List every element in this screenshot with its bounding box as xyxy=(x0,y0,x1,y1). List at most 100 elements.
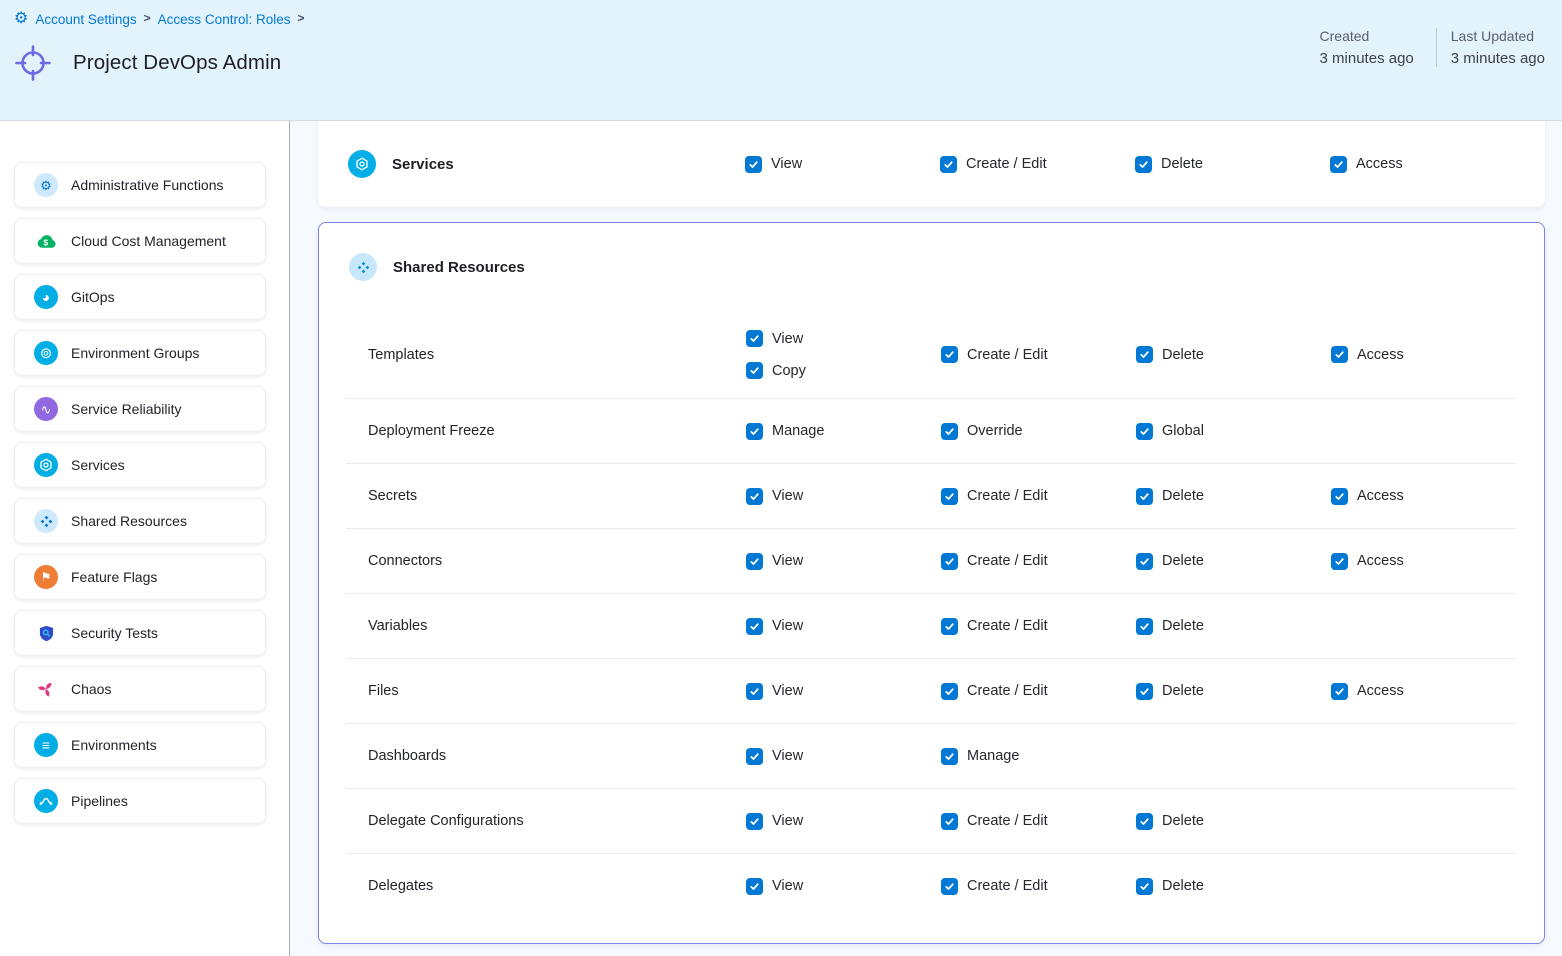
section-title: Shared Resources xyxy=(393,259,525,276)
checkbox-checked-icon[interactable] xyxy=(941,683,958,700)
checkbox-checked-icon[interactable] xyxy=(746,618,763,635)
permission-global[interactable]: Global xyxy=(1136,423,1331,440)
checkbox-checked-icon[interactable] xyxy=(1330,156,1347,173)
sidebar-item-shared-resources[interactable]: Shared Resources xyxy=(14,498,266,544)
permission-label: Manage xyxy=(772,423,824,439)
checkbox-checked-icon[interactable] xyxy=(1136,618,1153,635)
permission-copy[interactable]: Copy xyxy=(746,362,941,379)
checkbox-checked-icon[interactable] xyxy=(941,748,958,765)
permission-access[interactable]: Access xyxy=(1331,553,1526,570)
permission-label: View xyxy=(772,683,803,699)
permission-view[interactable]: View xyxy=(746,683,941,700)
checkbox-checked-icon[interactable] xyxy=(746,362,763,379)
permission-view[interactable]: View xyxy=(746,618,941,635)
resource-label: Templates xyxy=(368,347,746,363)
checkbox-checked-icon[interactable] xyxy=(746,748,763,765)
permission-view[interactable]: View xyxy=(745,156,940,173)
sidebar-item-pipelines[interactable]: Pipelines xyxy=(14,778,266,824)
sidebar-item-environment-groups[interactable]: ⊚Environment Groups xyxy=(14,330,266,376)
sidebar-item-label: Services xyxy=(71,457,125,473)
permission-delete[interactable]: Delete xyxy=(1136,553,1331,570)
permission-delete[interactable]: Delete xyxy=(1136,878,1331,895)
permission-delete[interactable]: Delete xyxy=(1135,156,1330,173)
permission-label: Manage xyxy=(967,748,1019,764)
checkbox-checked-icon[interactable] xyxy=(1136,683,1153,700)
checkbox-checked-icon[interactable] xyxy=(941,618,958,635)
permission-create-edit[interactable]: Create / Edit xyxy=(941,813,1136,830)
sidebar-item-feature-flags[interactable]: ⚑Feature Flags xyxy=(14,554,266,600)
checkbox-checked-icon[interactable] xyxy=(1331,683,1348,700)
permission-label: Create / Edit xyxy=(967,347,1048,363)
permission-view[interactable]: View xyxy=(746,330,941,347)
permission-view[interactable]: View xyxy=(746,488,941,505)
checkbox-checked-icon[interactable] xyxy=(746,683,763,700)
checkbox-checked-icon[interactable] xyxy=(1136,346,1153,363)
permission-view[interactable]: View xyxy=(746,813,941,830)
checkbox-checked-icon[interactable] xyxy=(746,488,763,505)
checkbox-checked-icon[interactable] xyxy=(941,488,958,505)
checkbox-checked-icon[interactable] xyxy=(1136,488,1153,505)
checkbox-checked-icon[interactable] xyxy=(1136,423,1153,440)
permission-create-edit[interactable]: Create / Edit xyxy=(941,346,1136,363)
permission-create-edit[interactable]: Create / Edit xyxy=(941,488,1136,505)
permission-access[interactable]: Access xyxy=(1330,156,1525,173)
breadcrumb-access-control-roles[interactable]: Access Control: Roles xyxy=(158,12,291,27)
permission-view[interactable]: View xyxy=(746,553,941,570)
checkbox-checked-icon[interactable] xyxy=(1135,156,1152,173)
checkbox-checked-icon[interactable] xyxy=(941,813,958,830)
checkbox-checked-icon[interactable] xyxy=(746,813,763,830)
checkbox-checked-icon[interactable] xyxy=(746,878,763,895)
sidebar-item-cloud-cost-management[interactable]: $Cloud Cost Management xyxy=(14,218,266,264)
permission-create-edit[interactable]: Create / Edit xyxy=(941,683,1136,700)
breadcrumb-account-settings[interactable]: Account Settings xyxy=(35,12,136,27)
permission-access[interactable]: Access xyxy=(1331,346,1526,363)
created-value: 3 minutes ago xyxy=(1320,50,1414,67)
permission-view[interactable]: View xyxy=(746,748,941,765)
sidebar-item-security-tests[interactable]: Security Tests xyxy=(14,610,266,656)
checkbox-checked-icon[interactable] xyxy=(1136,813,1153,830)
sidebar-item-service-reliability[interactable]: ∿Service Reliability xyxy=(14,386,266,432)
checkbox-checked-icon[interactable] xyxy=(941,346,958,363)
checkbox-checked-icon[interactable] xyxy=(746,553,763,570)
permission-manage[interactable]: Manage xyxy=(941,748,1136,765)
checkbox-checked-icon[interactable] xyxy=(1136,553,1153,570)
permission-delete[interactable]: Delete xyxy=(1136,683,1331,700)
permission-override[interactable]: Override xyxy=(941,423,1136,440)
permission-create-edit[interactable]: Create / Edit xyxy=(941,878,1136,895)
permission-manage[interactable]: Manage xyxy=(746,423,941,440)
checkbox-checked-icon[interactable] xyxy=(940,156,957,173)
permission-cell: Delete xyxy=(1136,346,1331,363)
checkbox-checked-icon[interactable] xyxy=(1136,878,1153,895)
checkbox-checked-icon[interactable] xyxy=(746,330,763,347)
checkbox-checked-icon[interactable] xyxy=(745,156,762,173)
permission-cell: Global xyxy=(1136,423,1331,440)
sidebar-item-label: GitOps xyxy=(71,289,115,305)
permission-delete[interactable]: Delete xyxy=(1136,346,1331,363)
permission-label: Global xyxy=(1162,423,1204,439)
resource-label: Files xyxy=(368,683,746,699)
checkbox-checked-icon[interactable] xyxy=(1331,488,1348,505)
permission-delete[interactable]: Delete xyxy=(1136,618,1331,635)
checkbox-checked-icon[interactable] xyxy=(941,878,958,895)
permission-create-edit[interactable]: Create / Edit xyxy=(940,156,1135,173)
permission-create-edit[interactable]: Create / Edit xyxy=(941,618,1136,635)
permission-view[interactable]: View xyxy=(746,878,941,895)
last-updated-label: Last Updated xyxy=(1451,28,1545,44)
checkbox-checked-icon[interactable] xyxy=(941,423,958,440)
sidebar-item-chaos[interactable]: Chaos xyxy=(14,666,266,712)
sidebar-item-label: Cloud Cost Management xyxy=(71,233,226,249)
sidebar-item-environments[interactable]: ≡Environments xyxy=(14,722,266,768)
sidebar-item-administrative-functions[interactable]: ⚙Administrative Functions xyxy=(14,162,266,208)
account-settings-gear-icon: ⚙ xyxy=(14,11,28,27)
permission-delete[interactable]: Delete xyxy=(1136,488,1331,505)
checkbox-checked-icon[interactable] xyxy=(1331,346,1348,363)
checkbox-checked-icon[interactable] xyxy=(1331,553,1348,570)
permission-delete[interactable]: Delete xyxy=(1136,813,1331,830)
permission-access[interactable]: Access xyxy=(1331,683,1526,700)
sidebar-item-gitops[interactable]: ◕GitOps xyxy=(14,274,266,320)
checkbox-checked-icon[interactable] xyxy=(941,553,958,570)
permission-create-edit[interactable]: Create / Edit xyxy=(941,553,1136,570)
checkbox-checked-icon[interactable] xyxy=(746,423,763,440)
permission-access[interactable]: Access xyxy=(1331,488,1526,505)
sidebar-item-services[interactable]: Services xyxy=(14,442,266,488)
